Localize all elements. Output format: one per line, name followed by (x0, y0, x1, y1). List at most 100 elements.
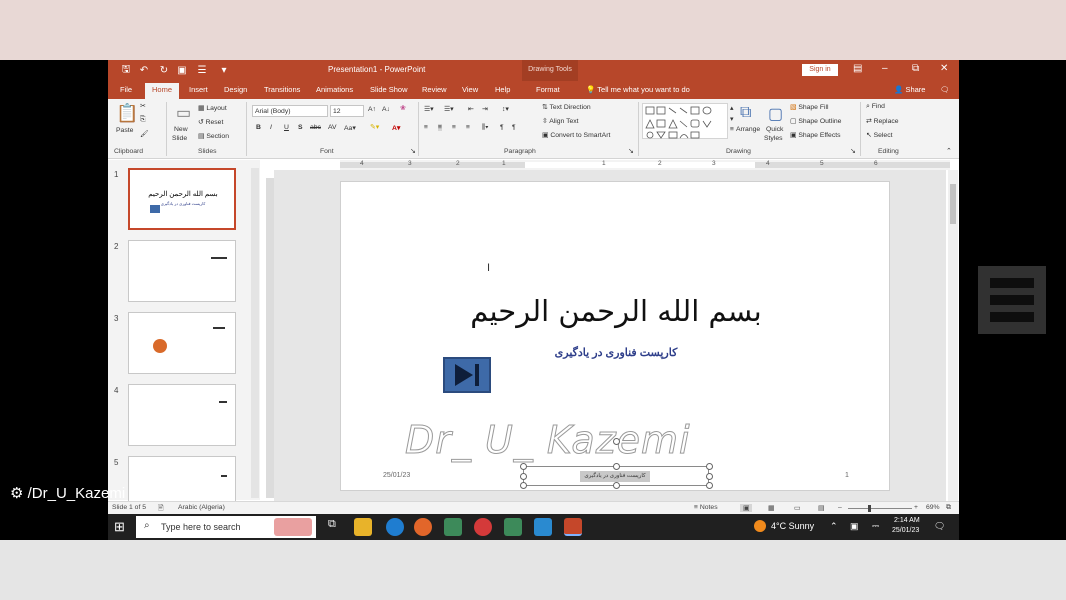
tab-home[interactable]: Home (145, 83, 180, 99)
battery-icon[interactable]: ⎓ (872, 521, 879, 532)
network-icon[interactable]: ▣ (850, 521, 859, 532)
action-button[interactable] (443, 357, 491, 393)
font-size-combo[interactable]: 12 (330, 105, 364, 117)
zoom-level[interactable]: 69% (926, 504, 940, 511)
replace-button[interactable]: ⇄ Replace (866, 117, 899, 125)
align-left-icon[interactable]: ≡ (424, 124, 428, 131)
align-center-icon[interactable]: ≡ (438, 124, 442, 131)
rotation-handle[interactable] (613, 438, 620, 445)
tab-slide-show[interactable]: Slide Show (370, 85, 408, 94)
tab-format[interactable]: Format (536, 85, 560, 94)
resize-handle[interactable] (613, 482, 620, 489)
decrease-font-icon[interactable]: A↓ (382, 106, 390, 113)
shape-outline-button[interactable]: ▢ Shape Outline (790, 117, 841, 125)
redo-icon[interactable]: ↻ (158, 64, 170, 76)
resize-handle[interactable] (520, 463, 527, 470)
tell-me-search[interactable]: 💡 Tell me what you want to do (586, 85, 690, 94)
task-view-icon[interactable]: ⧉ (328, 518, 346, 536)
resize-handle[interactable] (613, 463, 620, 470)
tab-help[interactable]: Help (495, 85, 510, 94)
cut-icon[interactable]: ✂ (140, 102, 146, 110)
font-name-combo[interactable]: Arial (Body) (252, 105, 328, 117)
slide-subtitle[interactable]: کارپست فناوری در یادگیری (511, 346, 721, 359)
numbering-icon[interactable]: ☰▾ (444, 105, 454, 113)
quick-styles-icon[interactable]: ▢ (768, 104, 783, 124)
character-spacing-icon[interactable]: AV (328, 124, 337, 131)
windows-start-icon[interactable]: ⊞ (114, 519, 132, 537)
line-spacing-icon[interactable]: ↕▾ (502, 105, 509, 113)
shapes-gallery[interactable] (642, 103, 728, 139)
slide-canvas[interactable]: I بسم الله الرحمن الرحیم کارپست فناوری د… (340, 181, 890, 491)
save-icon[interactable]: 🖫 (120, 64, 132, 76)
rtl-icon[interactable]: ¶ (500, 124, 504, 131)
taskbar-search-box[interactable]: ⌕ Type here to search (136, 516, 316, 538)
microphone-icon[interactable] (474, 518, 492, 536)
reading-view-icon[interactable]: ▭ (794, 504, 800, 512)
increase-indent-icon[interactable]: ⇥ (482, 105, 488, 113)
slide-date[interactable]: 25/01/23 (383, 472, 410, 479)
normal-view-icon[interactable]: ▣ (740, 504, 753, 512)
slide-thumbnail-4[interactable] (128, 384, 236, 446)
shape-effects-button[interactable]: ▣ Shape Effects (790, 131, 841, 139)
tab-design[interactable]: Design (224, 85, 247, 94)
highlight-icon[interactable]: ✎▾ (370, 123, 379, 131)
clock-time[interactable]: 2:14 AM (894, 517, 920, 524)
clear-formatting-icon[interactable]: ❀ (400, 104, 406, 112)
copy-icon[interactable]: ⎘ (140, 116, 145, 124)
decrease-indent-icon[interactable]: ⇤ (468, 105, 474, 113)
tab-review[interactable]: Review (422, 85, 447, 94)
increase-font-icon[interactable]: A↑ (368, 106, 376, 113)
text-direction-button[interactable]: ⇅ Text Direction (542, 103, 591, 111)
tab-file[interactable]: File (120, 85, 132, 94)
resize-handle[interactable] (520, 473, 527, 480)
skype-icon[interactable] (386, 518, 404, 536)
slide-sorter-icon[interactable]: ▦ (768, 504, 774, 512)
sign-in-button[interactable]: Sign in (802, 64, 838, 76)
customize-toolbar-icon[interactable]: ▾ (218, 64, 230, 76)
mail-icon[interactable] (534, 518, 552, 536)
show-hidden-icons-icon[interactable]: ⌃ (830, 521, 838, 532)
gallery-more-icon[interactable]: ≡ (730, 126, 734, 133)
zoom-out-icon[interactable]: – (838, 504, 842, 511)
restore-icon[interactable]: ⧉ (912, 63, 919, 74)
font-color-icon[interactable]: A▾ (392, 124, 400, 132)
bullets-icon[interactable]: ☰▾ (424, 105, 434, 113)
file-explorer-icon[interactable] (354, 518, 372, 536)
gallery-scroll-up-icon[interactable]: ▴ (730, 104, 733, 112)
weather-text[interactable]: 4°C Sunny (771, 521, 814, 531)
format-painter-icon[interactable]: 🖌 (140, 130, 149, 138)
notifications-icon[interactable]: 🗨 (934, 521, 945, 532)
bullets-quick-icon[interactable]: ☰ (196, 64, 208, 76)
arrange-label[interactable]: Arrange (736, 126, 760, 133)
layout-button[interactable]: ▦ Layout (198, 104, 227, 112)
columns-icon[interactable]: ⫼▾ (482, 124, 488, 132)
tab-view[interactable]: View (462, 85, 478, 94)
slide-vertical-scrollbar[interactable] (948, 170, 958, 504)
reset-button[interactable]: ↺ Reset (198, 118, 223, 126)
resize-handle[interactable] (706, 463, 713, 470)
ribbon-display-options-icon[interactable]: ▤ (853, 63, 862, 74)
undo-icon[interactable]: ↶ (138, 64, 150, 76)
slide-thumbnail-3[interactable] (128, 312, 236, 374)
comments-icon[interactable]: 🗨 (940, 85, 950, 94)
tab-insert[interactable]: Insert (189, 85, 208, 94)
new-slide-label-2[interactable]: Slide (172, 135, 187, 142)
select-button[interactable]: ↖ Select (866, 131, 892, 139)
gallery-scroll-down-icon[interactable]: ▾ (730, 115, 733, 123)
slide-thumbnail-2[interactable] (128, 240, 236, 302)
align-text-button[interactable]: ⇳ Align Text (542, 117, 579, 125)
fit-to-window-icon[interactable]: ⧉ (946, 504, 951, 512)
drawing-dialog-launcher-icon[interactable]: ↘ (850, 147, 856, 155)
resize-handle[interactable] (520, 482, 527, 489)
zoom-in-icon[interactable]: + (914, 504, 918, 511)
powerpoint-taskbar-icon[interactable] (564, 518, 582, 536)
hamburger-menu-icon[interactable] (978, 266, 1046, 334)
paste-icon[interactable]: 📋 (116, 103, 138, 124)
bold-icon[interactable]: B (256, 124, 261, 131)
app-icon[interactable] (444, 518, 462, 536)
align-right-icon[interactable]: ≡ (452, 124, 456, 131)
ltr-icon[interactable]: ¶ (512, 124, 516, 131)
shadow-icon[interactable]: S (298, 124, 303, 131)
zoom-slider[interactable] (848, 508, 912, 509)
app-icon[interactable] (504, 518, 522, 536)
